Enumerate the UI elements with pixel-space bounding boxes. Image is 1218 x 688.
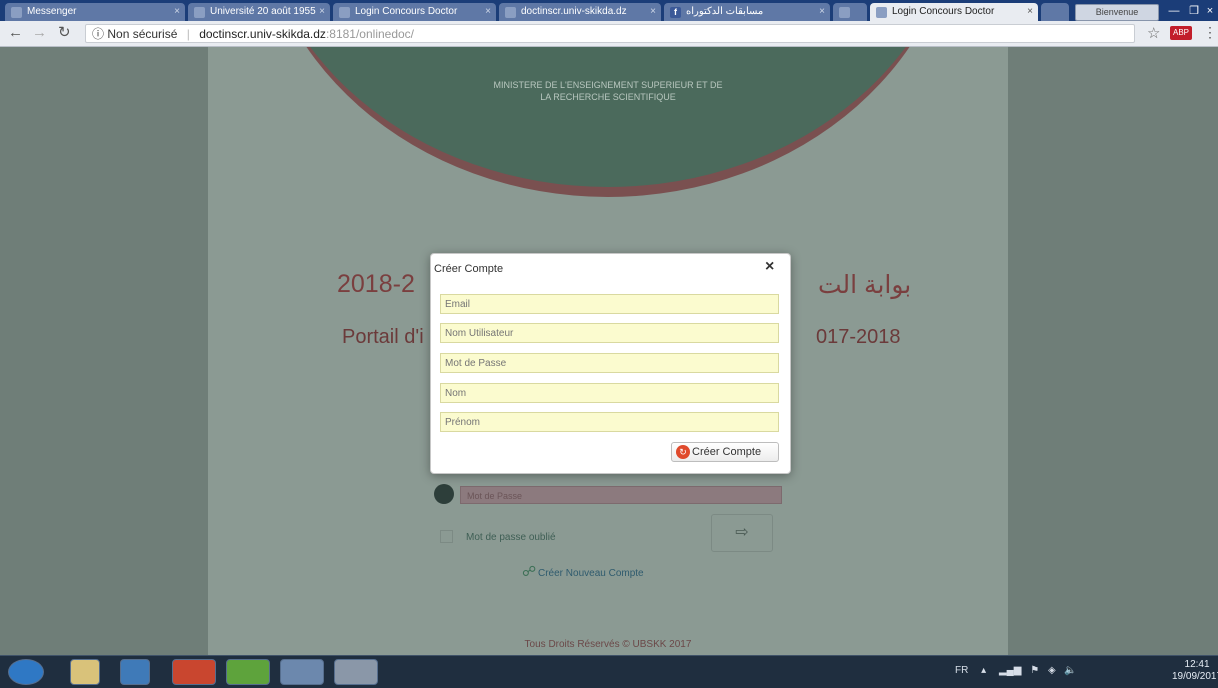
url-host: doctinscr.univ-skikda.dz [199, 27, 326, 41]
paint-icon[interactable] [280, 659, 324, 685]
new-tab-button[interactable] [1041, 3, 1069, 21]
facebook-icon: f [670, 7, 681, 18]
security-label: Non sécurisé [107, 27, 178, 41]
browser-menu-icon[interactable]: ⋮ [1203, 24, 1217, 41]
flag-icon[interactable]: ⚑ [1030, 665, 1039, 676]
ministry-line-2: LA RECHERCHE SCIENTIFIQUE [540, 92, 676, 102]
tab-messenger[interactable]: Messenger × [5, 3, 185, 21]
volume-icon[interactable]: 🔈 [1064, 665, 1076, 676]
utorrent-icon[interactable] [226, 659, 270, 685]
email-field[interactable] [440, 294, 779, 314]
start-button-icon[interactable] [8, 659, 44, 685]
create-account-label: Créer Compte [692, 446, 762, 458]
ministry-title: MINISTERE DE L'ENSEIGNEMENT SUPERIEUR ET… [208, 79, 1008, 103]
url-path: :8181/onlinedoc/ [325, 27, 415, 41]
tab-close-icon[interactable]: × [819, 3, 825, 21]
clock-date: 19/09/2017 [1172, 671, 1218, 682]
tab-label: Login Concours Doctor [892, 6, 995, 17]
tab-label: Login Concours Doctor [355, 6, 458, 17]
page-icon [839, 7, 850, 18]
signal-icon[interactable]: ▂▄▆ [999, 665, 1021, 676]
login-button[interactable]: ⇨ [711, 514, 773, 552]
headline-arabic: بوابة الت [818, 271, 912, 299]
gadget-icon[interactable] [334, 659, 378, 685]
close-window-icon[interactable]: × [1200, 3, 1218, 19]
firstname-field[interactable] [440, 412, 779, 432]
taskbar: FR ▴ ▂▄▆ ⚑ ◈ 🔈 12:41 19/09/2017 [0, 655, 1218, 688]
minimize-icon[interactable]: — [1164, 3, 1184, 19]
page-icon [505, 7, 516, 18]
tab-close-icon[interactable]: × [174, 3, 180, 21]
lastname-field[interactable] [440, 383, 779, 403]
create-account-button[interactable]: ↻ Créer Compte [671, 442, 779, 462]
chrome-icon[interactable] [172, 659, 216, 685]
tab-login-concours-active[interactable]: Login Concours Doctor × [870, 3, 1038, 21]
tab-label: مسابقات الدكتوراه [686, 6, 764, 17]
login-password-field[interactable]: Mot de Passe [460, 486, 782, 504]
address-bar-row: ← → ↻ ⓘ Non sécurisé | doctinscr.univ-sk… [0, 21, 1218, 47]
tab-close-icon[interactable]: × [319, 3, 325, 21]
header-banner [256, 47, 960, 207]
tab-login-concours[interactable]: Login Concours Doctor × [333, 3, 496, 21]
url-input[interactable]: ⓘ Non sécurisé | doctinscr.univ-skikda.d… [85, 24, 1135, 43]
page-footer: Tous Droits Réservés © UBSKK 2017 [524, 639, 692, 650]
create-account-dialog: Créer Compte × ↻ Créer Compte [430, 253, 791, 474]
profile-button[interactable]: Bienvenue [1075, 4, 1159, 21]
page-icon [194, 7, 205, 18]
system-tray: FR ▴ ▂▄▆ ⚑ ◈ 🔈 [955, 665, 1077, 676]
lock-icon [434, 484, 454, 504]
username-field[interactable] [440, 323, 779, 343]
forgot-password-link[interactable]: Mot de passe oublié [466, 532, 556, 543]
tab-close-icon[interactable]: × [650, 3, 656, 21]
browser-tab-strip: Messenger × Université 20 août 1955 × Lo… [0, 0, 1218, 21]
new-user-icon: ☍ [522, 563, 537, 579]
subheadline-years: 017-2018 [816, 326, 901, 348]
tab-forum[interactable] [833, 3, 867, 21]
page-icon [339, 7, 350, 18]
new-account-link[interactable]: Créer Nouveau Compte [538, 568, 644, 579]
file-explorer-icon[interactable] [70, 659, 100, 685]
media-player-icon[interactable] [120, 659, 150, 685]
banner-arc [256, 47, 960, 197]
tab-close-icon[interactable]: × [1027, 3, 1033, 21]
tab-label: Messenger [27, 6, 77, 17]
tab-facebook[interactable]: f مسابقات الدكتوراه × [664, 3, 830, 21]
dialog-title: Créer Compte [434, 263, 504, 275]
forward-icon[interactable]: → [32, 24, 47, 42]
refresh-icon: ↻ [676, 445, 690, 459]
subheadline-portail: Portail d'i [342, 326, 424, 348]
url-divider: | [186, 27, 190, 41]
password-field[interactable] [440, 353, 779, 373]
page-icon [876, 7, 887, 18]
messenger-icon [11, 7, 22, 18]
tray-arrow-icon[interactable]: ▴ [981, 665, 986, 676]
tab-label: Université 20 août 1955 [210, 6, 316, 17]
tab-universite[interactable]: Université 20 août 1955 × [188, 3, 330, 21]
ministry-line-1: MINISTERE DE L'ENSEIGNEMENT SUPERIEUR ET… [493, 80, 723, 90]
close-icon[interactable]: × [765, 258, 774, 276]
headline-years: 2018-2 [337, 270, 415, 298]
bookmark-star-icon[interactable]: ☆ [1147, 24, 1160, 42]
back-icon[interactable]: ← [8, 24, 23, 42]
tab-label: doctinscr.univ-skikda.dz [521, 6, 627, 17]
clock[interactable]: 12:41 19/09/2017 [1172, 659, 1218, 683]
clock-time: 12:41 [1184, 659, 1210, 670]
tab-doctinscr[interactable]: doctinscr.univ-skikda.dz × [499, 3, 661, 21]
reload-icon[interactable]: ↻ [58, 24, 71, 42]
network-icon[interactable]: ◈ [1048, 665, 1056, 676]
adblock-extension-icon[interactable]: ABP [1170, 26, 1192, 40]
remember-checkbox[interactable] [440, 530, 453, 543]
info-icon[interactable]: ⓘ [92, 27, 104, 41]
language-indicator[interactable]: FR [955, 665, 968, 676]
tab-close-icon[interactable]: × [485, 3, 491, 21]
